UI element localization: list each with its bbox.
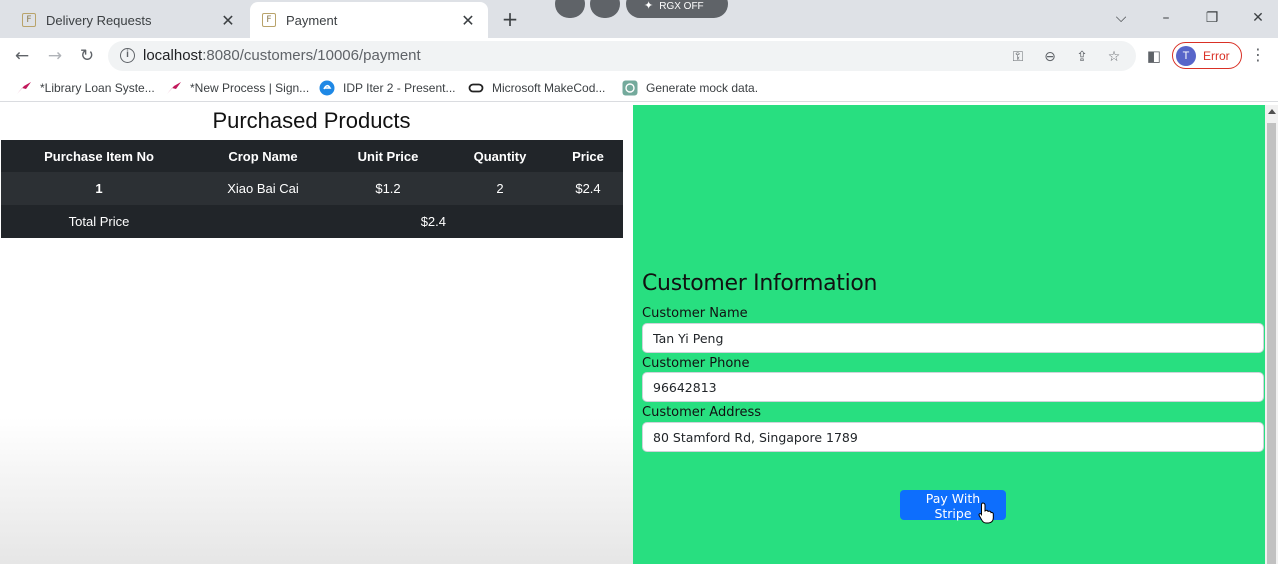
customer-address-label: Customer Address — [642, 405, 762, 420]
browser-tab-strip: F Delivery Requests ✕ F Payment ✕ + ✦ RG… — [0, 0, 1278, 38]
tab-search-chevron-icon[interactable]: ⌵ — [1104, 6, 1138, 30]
crop-name-cell: Xiao Bai Cai — [197, 172, 329, 205]
scrollbar-thumb[interactable] — [1267, 123, 1276, 564]
profile-button[interactable]: T Error — [1172, 42, 1242, 69]
purchased-products-panel: Purchased Products Purchase Item No Crop… — [0, 105, 633, 564]
close-tab-icon[interactable]: ✕ — [460, 11, 476, 30]
bookmark-idp-iter[interactable]: IDP Iter 2 - Present... — [319, 78, 456, 98]
browser-toolbar: ← → ↻ i localhost:8080/customers/10006/p… — [0, 38, 1278, 74]
bookmark-star-icon[interactable]: ☆ — [1104, 47, 1124, 67]
total-row: Total Price $2.4 — [1, 205, 623, 238]
item-no-cell: 1 — [1, 172, 197, 205]
bookmark-label: Microsoft MakeCod... — [492, 81, 606, 95]
table-row: 1 Xiao Bai Cai $1.2 2 $2.4 — [1, 172, 623, 205]
restore-button[interactable]: ❐ — [1195, 6, 1229, 30]
bookmark-label: *New Process | Sign... — [190, 81, 310, 95]
side-panel-icon[interactable]: ◧ — [1142, 44, 1166, 68]
key-icon[interactable]: ⚿ — [1008, 47, 1028, 67]
forward-arrow-icon[interactable]: → — [43, 44, 67, 68]
tab-payment[interactable]: F Payment ✕ — [250, 2, 488, 38]
browser-menu-icon[interactable]: ⋮ — [1250, 45, 1266, 64]
sparkle-icon: ✦ — [644, 0, 654, 12]
close-tab-icon[interactable]: ✕ — [220, 11, 236, 30]
reload-icon[interactable]: ↻ — [75, 44, 99, 68]
customer-name-field[interactable] — [642, 323, 1264, 353]
customer-phone-label: Customer Phone — [642, 356, 750, 371]
bookmark-label: *Library Loan Syste... — [40, 81, 155, 95]
rgx-toggle-label: RGX OFF — [659, 1, 704, 12]
back-arrow-icon[interactable]: ← — [10, 44, 34, 68]
bookmark-label: Generate mock data. — [646, 81, 759, 95]
column-header: Crop Name — [197, 140, 329, 172]
edge-logo-icon — [319, 80, 335, 96]
screenshot-extension-icon[interactable] — [555, 0, 585, 18]
share-icon[interactable]: ⇪ — [1072, 47, 1092, 67]
tab-title: Payment — [286, 12, 338, 28]
profile-status: Error — [1203, 48, 1230, 63]
table-header-row: Purchase Item No Crop Name Unit Price Qu… — [1, 140, 623, 172]
customer-info-panel: Customer Information Customer Name Custo… — [633, 105, 1265, 564]
address-url[interactable]: localhost:8080/customers/10006/payment — [143, 47, 421, 64]
zoom-out-icon[interactable]: ⊖ — [1040, 47, 1060, 67]
total-label: Total Price — [1, 205, 197, 238]
products-table: Purchase Item No Crop Name Unit Price Qu… — [1, 140, 623, 238]
bookmark-mock-data[interactable]: Generate mock data. — [622, 78, 758, 98]
total-value: $2.4 — [197, 205, 447, 238]
window-close-button[interactable]: ✕ — [1241, 6, 1275, 30]
customer-phone-field[interactable] — [642, 372, 1264, 402]
column-header: Unit Price — [329, 140, 447, 172]
column-header: Quantity — [447, 140, 553, 172]
customer-name-label: Customer Name — [642, 306, 748, 321]
bird-logo-icon — [167, 82, 181, 94]
tab-delivery-requests[interactable]: F Delivery Requests ✕ — [10, 2, 248, 38]
tab-title: Delivery Requests — [46, 12, 152, 28]
address-bar[interactable]: i localhost:8080/customers/10006/payment… — [108, 41, 1136, 71]
bookmarks-bar: *Library Loan Syste... *New Process | Si… — [0, 74, 1278, 102]
tab-favicon: F — [262, 13, 276, 27]
rgx-toggle-button[interactable]: ✦ RGX OFF — [626, 0, 728, 18]
avatar: T — [1176, 45, 1196, 66]
products-heading: Purchased Products — [212, 108, 411, 133]
page-scrollbar[interactable] — [1265, 105, 1278, 564]
url-path: :8080/customers/10006/payment — [202, 47, 421, 64]
site-info-icon[interactable]: i — [120, 48, 135, 63]
column-header: Purchase Item No — [1, 140, 197, 172]
bird-logo-icon — [17, 82, 31, 94]
customer-info-heading: Customer Information — [642, 271, 878, 296]
bookmark-new-process[interactable]: *New Process | Sign... — [166, 78, 309, 98]
unit-price-cell: $1.2 — [329, 172, 447, 205]
new-tab-button[interactable]: + — [498, 8, 522, 32]
openai-logo-icon — [622, 80, 638, 96]
empty-cell — [447, 205, 553, 238]
share-extension-icon[interactable] — [590, 0, 620, 18]
bookmark-label: IDP Iter 2 - Present... — [343, 81, 456, 95]
customer-address-field[interactable] — [642, 422, 1264, 452]
scroll-up-arrow-icon[interactable] — [1268, 109, 1276, 114]
makecode-logo-icon — [468, 83, 484, 93]
quantity-cell: 2 — [447, 172, 553, 205]
price-cell: $2.4 — [553, 172, 623, 205]
bookmark-library-loan[interactable]: *Library Loan Syste... — [16, 78, 155, 98]
bookmark-makecode[interactable]: Microsoft MakeCod... — [468, 78, 605, 98]
column-header: Price — [553, 140, 623, 172]
tab-favicon: F — [22, 13, 36, 27]
minimize-button[interactable]: – — [1149, 6, 1183, 30]
url-host: localhost — [143, 47, 203, 64]
hand-cursor-icon — [978, 502, 994, 524]
empty-cell — [553, 205, 623, 238]
